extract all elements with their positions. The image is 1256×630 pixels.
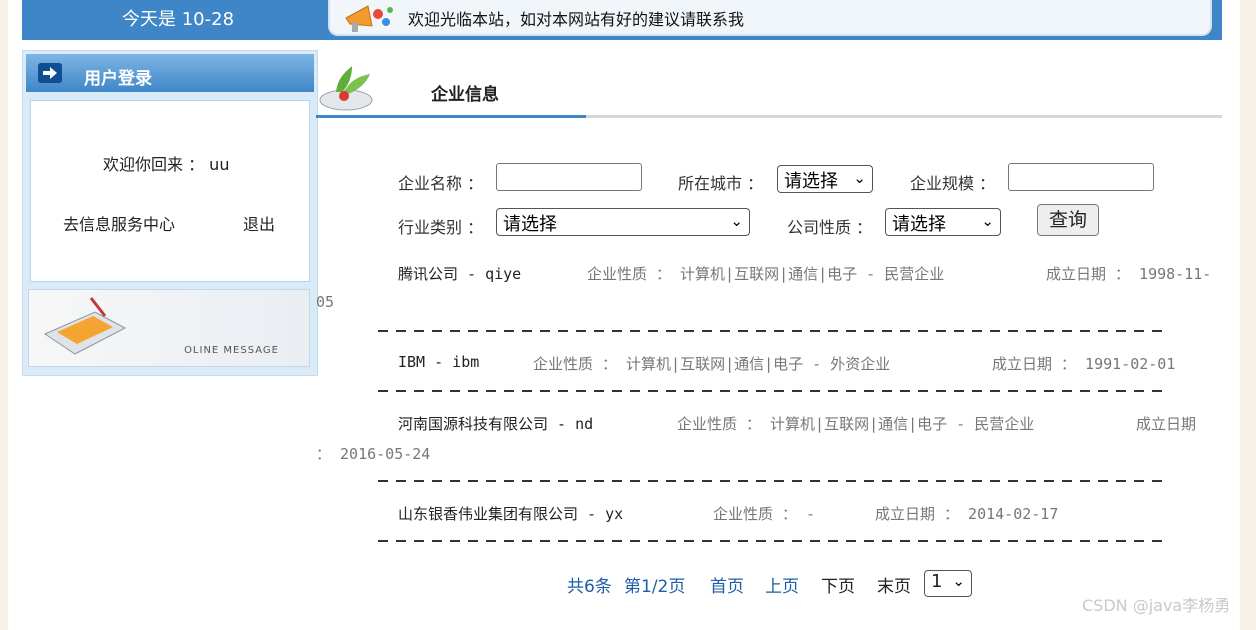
scale-label: 企业规模 ： [910,174,996,193]
page-select-value: 1 [931,571,943,592]
top-bar: 今天是 10-28 欢迎光临本站，如对本网站有好的建议请联系我 [22,0,1222,40]
dashed-divider [378,390,1168,392]
nature-label: 公司性质 ： [787,218,873,237]
pager-last-link[interactable]: 末页 [877,572,911,597]
company-date: 成立日期 ： 1991-02-01 [992,355,1176,373]
tablet-icon [43,297,127,355]
company-nature: 企业性质 ： 计算机|互联网|通信|电子 - 民营企业 [587,265,945,283]
watermark: CSDN @java李杨勇 [1082,596,1231,615]
logout-link[interactable]: 退出 [243,211,275,235]
query-button[interactable]: 查询 [1037,204,1099,236]
pager-prev-link[interactable]: 上页 [765,572,799,597]
notice-bar: 欢迎光临本站，如对本网站有好的建议请联系我 [328,0,1212,36]
chevron-down-icon: ⌄ [853,169,866,187]
plant-icon [319,66,373,111]
title-divider-accent [316,115,586,118]
pager-total: 共6条 [567,577,612,597]
sidebar: 用户登录 欢迎你回来 ： uu 去信息服务中心 退出 OLINE MESSAGE [22,50,318,376]
company-date-wrap: ： 2016-05-24 [316,445,431,463]
page: 今天是 10-28 欢迎光临本站，如对本网站有好的建议请联系我 用户登录 欢迎你… [8,0,1240,630]
list-item[interactable]: IBM - ibm [398,353,479,371]
industry-select-value: 请选择 [503,214,557,235]
page-title: 企业信息 [431,85,499,105]
company-link[interactable]: 腾讯公司 - qiye [398,265,521,283]
company-scale-input[interactable] [1008,163,1154,191]
pager-next-link[interactable]: 下页 [821,572,855,597]
company-link[interactable]: 山东银香伟业集团有限公司 - yx [398,505,623,523]
nature-select-value: 请选择 [892,214,946,235]
dashed-divider [378,330,1168,332]
message-banner[interactable]: OLINE MESSAGE [28,289,310,367]
sidebar-title: 用户登录 [84,69,152,89]
chevron-down-icon: ⌄ [952,572,965,590]
company-link[interactable]: IBM - ibm [398,353,479,371]
chevron-down-icon: ⌄ [730,212,743,230]
company-date: 成立日期 [1136,415,1197,433]
chevron-down-icon: ⌄ [981,212,994,230]
service-center-link[interactable]: 去信息服务中心 [63,211,175,235]
company-name-input[interactable] [496,163,642,191]
company-date: 成立日期 ： 1998-11- [1046,265,1212,283]
pager-first-link[interactable]: 首页 [710,572,744,597]
company-nature: 企业性质 ： - [713,505,816,523]
city-label: 所在城市 ： [678,174,764,193]
company-date: 成立日期 ： 2014-02-17 [875,505,1059,523]
login-box: 欢迎你回来 ： uu 去信息服务中心 退出 [30,100,310,282]
arrow-right-icon [38,63,62,83]
company-date-wrap: 05 [316,293,335,311]
company-nature: 企业性质 ： 计算机|互联网|通信|电子 - 外资企业 [533,355,891,373]
company-nature: 企业性质 ： 计算机|互联网|通信|电子 - 民营企业 [677,415,1035,433]
pager-page: 第1/2页 [624,577,686,597]
nature-select[interactable]: 请选择 ⌄ [885,208,1001,236]
date-text: 今天是 10-28 [122,9,235,30]
notice-text: 欢迎光临本站，如对本网站有好的建议请联系我 [408,10,745,29]
city-select-value: 请选择 [784,171,838,192]
banner-text: OLINE MESSAGE [184,345,279,356]
welcome-text: 欢迎你回来 ： uu [103,155,230,174]
list-item[interactable]: 腾讯公司 - qiye [398,263,521,284]
dashed-divider [378,540,1168,542]
industry-label: 行业类别 ： [398,218,484,237]
company-name-label: 企业名称 ： [398,174,484,193]
industry-select[interactable]: 请选择 ⌄ [496,208,750,236]
company-link[interactable]: 河南国源科技有限公司 - nd [398,415,593,433]
sidebar-header: 用户登录 [26,54,314,92]
city-select[interactable]: 请选择 ⌄ [777,165,873,193]
dashed-divider [378,480,1168,482]
page-select[interactable]: 1 ⌄ [924,570,972,597]
list-item[interactable]: 山东银香伟业集团有限公司 - yx [398,503,623,524]
list-item[interactable]: 河南国源科技有限公司 - nd [398,413,593,434]
megaphone-icon [345,5,393,32]
